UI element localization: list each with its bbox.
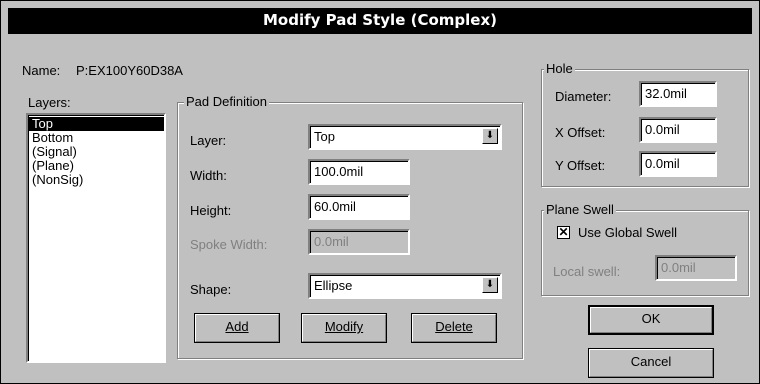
local-swell-label: Local swell: [553, 264, 621, 279]
pad-layer-value: Top [314, 129, 335, 144]
use-global-swell-checkbox[interactable]: ✕ [557, 226, 570, 239]
spoke-width-label: Spoke Width: [190, 237, 268, 252]
pad-layer-label: Layer: [190, 133, 227, 148]
ok-button-label: OK [641, 311, 661, 326]
y-offset-label: Y Offset: [555, 158, 606, 173]
layers-list[interactable]: Top Bottom (Signal) (Plane) (NonSig) [26, 113, 166, 363]
add-button-label: Add [225, 319, 249, 334]
use-global-swell-label: Use Global Swell [578, 225, 677, 240]
x-offset-label: X Offset: [555, 125, 606, 140]
shape-value: Ellipse [314, 278, 353, 293]
layer-item-nonsig[interactable]: (NonSig) [28, 173, 164, 187]
delete-button[interactable]: Delete [411, 313, 497, 343]
height-input[interactable]: 60.0mil [308, 194, 410, 220]
shape-select[interactable]: Ellipse ⬇ [308, 273, 502, 299]
cancel-button-label: Cancel [630, 354, 672, 369]
dialog-title: Modify Pad Style (Complex) [263, 11, 497, 29]
plane-swell-group: Plane Swell [541, 202, 749, 296]
hole-title: Hole [544, 61, 575, 76]
spoke-width-input: 0.0mil [308, 229, 410, 255]
height-label: Height: [190, 203, 232, 218]
width-label: Width: [190, 168, 227, 183]
layer-item-signal[interactable]: (Signal) [28, 145, 164, 159]
title-bar[interactable]: Modify Pad Style (Complex) [8, 8, 752, 34]
layer-item-top[interactable]: Top [28, 117, 164, 131]
delete-button-label: Delete [435, 319, 473, 334]
name-label: Name: [22, 63, 61, 78]
shape-label: Shape: [190, 282, 232, 297]
modify-pad-style-dialog: Modify Pad Style (Complex) Name: P:EX100… [0, 0, 760, 384]
cancel-button[interactable]: Cancel [588, 348, 714, 378]
plane-swell-title: Plane Swell [544, 202, 616, 217]
diameter-input[interactable]: 32.0mil [639, 81, 717, 107]
add-button[interactable]: Add [194, 313, 280, 343]
pad-definition-title: Pad Definition [184, 94, 269, 109]
modify-button[interactable]: Modify [301, 313, 387, 343]
y-offset-input[interactable]: 0.0mil [639, 151, 717, 177]
name-value: P:EX100Y60D38A [76, 63, 183, 78]
local-swell-input: 0.0mil [655, 255, 737, 281]
width-input[interactable]: 100.0mil [308, 159, 410, 185]
pad-layer-select[interactable]: Top ⬇ [308, 124, 502, 150]
layer-item-bottom[interactable]: Bottom [28, 131, 164, 145]
ok-button[interactable]: OK [588, 305, 714, 335]
x-offset-input[interactable]: 0.0mil [639, 117, 717, 143]
layers-label: Layers: [28, 95, 71, 110]
chevron-down-icon[interactable]: ⬇ [482, 277, 498, 293]
layer-item-plane[interactable]: (Plane) [28, 159, 164, 173]
diameter-label: Diameter: [555, 89, 612, 104]
modify-button-label: Modify [324, 319, 364, 334]
chevron-down-icon[interactable]: ⬇ [482, 128, 498, 144]
